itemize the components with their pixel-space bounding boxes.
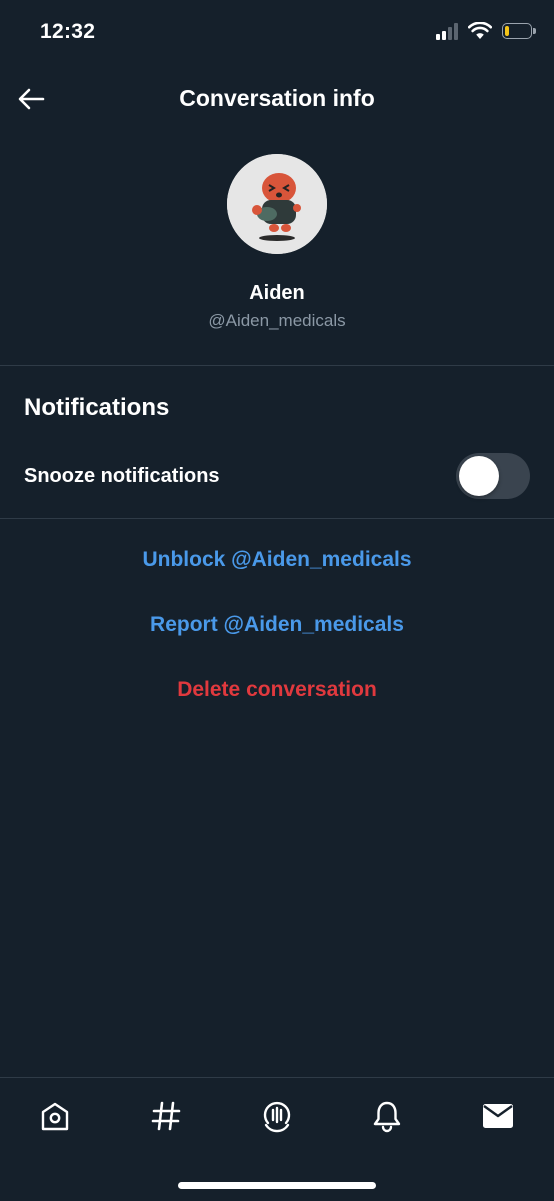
spaces-icon	[263, 1101, 291, 1133]
tab-notifications[interactable]	[367, 1096, 407, 1136]
report-user-button[interactable]: Report @Aiden_medicals	[0, 613, 554, 637]
tab-spaces[interactable]	[257, 1096, 297, 1136]
avatar-cartoon-character-icon	[227, 154, 327, 254]
notifications-heading: Notifications	[24, 394, 170, 421]
tab-home[interactable]	[35, 1096, 75, 1136]
battery-level	[505, 26, 509, 36]
home-indicator	[178, 1182, 376, 1189]
explore-hashtag-icon	[151, 1101, 181, 1131]
tab-messages[interactable]	[478, 1096, 518, 1136]
notifications-bell-icon	[373, 1101, 401, 1133]
profile-name: Aiden	[249, 282, 305, 304]
snooze-notifications-toggle[interactable]	[456, 453, 530, 499]
delete-conversation-button[interactable]: Delete conversation	[0, 678, 554, 702]
profile-section: Aiden @Aiden_medicals	[0, 152, 554, 331]
status-bar: 12:32	[0, 0, 554, 70]
tab-explore[interactable]	[146, 1096, 186, 1136]
cellular-signal-icon	[436, 22, 458, 40]
unblock-user-button[interactable]: Unblock @Aiden_medicals	[0, 548, 554, 572]
profile-handle: @Aiden_medicals	[208, 311, 346, 330]
avatar[interactable]	[225, 152, 329, 256]
divider	[0, 365, 554, 366]
divider	[0, 518, 554, 519]
snooze-notifications-label: Snooze notifications	[24, 465, 220, 487]
toggle-knob	[459, 456, 499, 496]
status-icons	[436, 22, 536, 40]
home-icon	[41, 1102, 69, 1131]
messages-envelope-icon	[483, 1104, 513, 1128]
status-time: 12:32	[40, 20, 96, 43]
snooze-notifications-row: Snooze notifications	[0, 448, 554, 504]
header: Conversation info	[0, 72, 554, 124]
battery-icon	[502, 23, 536, 39]
bottom-tab-bar	[0, 1077, 554, 1201]
page-title: Conversation info	[179, 85, 375, 111]
wifi-icon	[468, 22, 492, 39]
